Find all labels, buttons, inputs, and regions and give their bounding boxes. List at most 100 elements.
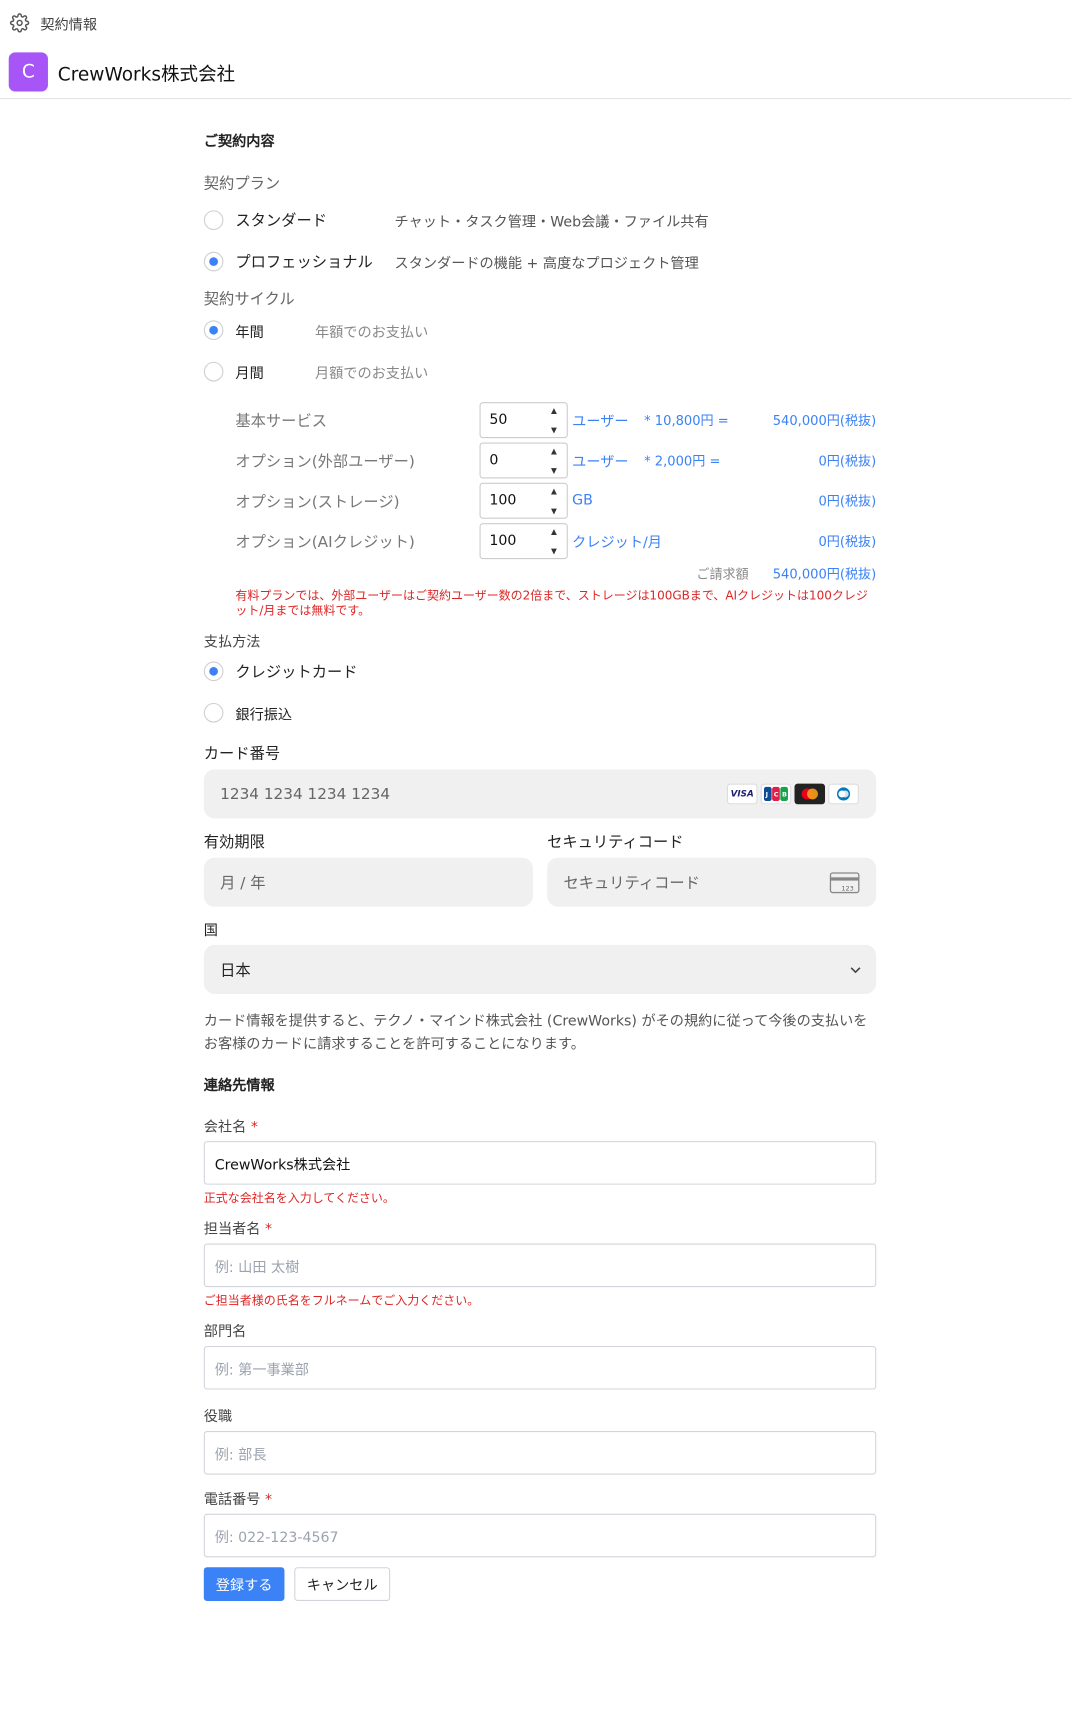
plan-radio-standard[interactable]	[203, 210, 224, 230]
gear-icon	[9, 13, 30, 33]
card-number-placeholder: 1234 1234 1234 1234	[220, 785, 391, 803]
billing-row: ご請求額 540,000円(税抜)	[235, 561, 876, 586]
department-placeholder: 例: 第一事業部	[214, 1361, 309, 1379]
calc-total: 0円(税抜)	[818, 453, 877, 469]
expiry-cvc-row: 有効期限 月 / 年 セキュリティコード セキュリティコード 123	[203, 830, 877, 907]
cycle-label: 契約サイクル	[203, 290, 295, 309]
calc-row-storage: オプション(ストレージ) 100 ▲ ▼ GB 0円(税抜)	[235, 481, 876, 521]
calc-unit: クレジット/月	[572, 535, 662, 552]
department-input[interactable]: 例: 第一事業部	[203, 1345, 877, 1390]
external-users-stepper[interactable]: 0 ▲ ▼	[479, 442, 568, 479]
stepper-value: 50	[489, 411, 508, 429]
expiry-placeholder: 月 / 年	[220, 874, 266, 893]
job-title-placeholder: 例: 部長	[214, 1446, 267, 1464]
cvc-group: セキュリティコード セキュリティコード 123	[547, 830, 877, 907]
form-actions: 登録する キャンセル	[203, 1567, 876, 1601]
card-brands: VISA J C B	[726, 783, 859, 805]
svg-text:B: B	[782, 791, 787, 799]
expiry-input[interactable]: 月 / 年	[203, 857, 533, 907]
contract-form: ご契約内容 契約プラン スタンダード チャット・タスク管理・Web会議・ファイル…	[203, 99, 877, 1601]
cycle-label-annual: 年間	[235, 324, 264, 341]
plan-label-professional: プロフェッショナル	[235, 253, 373, 272]
company-name-input[interactable]: CrewWorks株式会社	[203, 1141, 877, 1185]
country-value: 日本	[220, 961, 251, 980]
calc-label: オプション(外部ユーザー)	[235, 452, 415, 471]
calc-price: * 2,000円 =	[644, 453, 721, 469]
job-title-label: 役職	[203, 1409, 233, 1426]
payment-radio-card[interactable]	[203, 661, 224, 682]
svg-text:123: 123	[841, 884, 853, 892]
payment-label: 支払方法	[203, 634, 261, 651]
plan-label-standard: スタンダード	[235, 212, 327, 230]
stepper-down-icon[interactable]: ▼	[551, 507, 557, 516]
cycle-radio-monthly[interactable]	[203, 361, 224, 382]
top-bar: 契約情報	[0, 0, 1080, 46]
country-select[interactable]: 日本	[203, 944, 877, 994]
calc-price: * 10,800円 =	[644, 413, 729, 429]
billing-label: ご請求額	[696, 566, 749, 582]
phone-placeholder: 例: 022-123-4567	[214, 1529, 339, 1546]
stepper-down-icon[interactable]: ▼	[551, 547, 557, 556]
person-name-input[interactable]: 例: 山田 太樹	[203, 1243, 877, 1288]
submit-button[interactable]: 登録する	[203, 1567, 285, 1601]
billing-value: 540,000円(税抜)	[772, 566, 877, 582]
stepper-up-icon[interactable]: ▲	[551, 447, 557, 456]
plan-option-standard[interactable]: スタンダード チャット・タスク管理・Web会議・ファイル共有	[203, 199, 876, 240]
country-label: 国	[203, 923, 218, 940]
card-number-input[interactable]: 1234 1234 1234 1234 VISA J C B	[203, 769, 877, 819]
phone-input[interactable]: 例: 022-123-4567	[203, 1513, 877, 1558]
calc-label: 基本サービス	[235, 412, 327, 430]
cvc-card-icon: 123	[829, 872, 860, 894]
cvc-input[interactable]: セキュリティコード 123	[547, 857, 877, 907]
calc-label: オプション(AIクレジット)	[235, 533, 415, 551]
expiry-label: 有効期限	[203, 833, 265, 852]
mastercard-icon	[794, 783, 826, 805]
calc-unit: ユーザー	[572, 454, 629, 471]
stepper-up-icon[interactable]: ▲	[551, 487, 557, 496]
calc-unit: ユーザー	[572, 414, 629, 431]
required-mark: *	[265, 1492, 273, 1509]
calc-unit: GB	[572, 492, 593, 509]
jcb-icon: J C B	[760, 783, 792, 805]
required-mark: *	[265, 1221, 273, 1239]
stepper-down-icon[interactable]: ▼	[551, 466, 557, 475]
calc-row-external: オプション(外部ユーザー) 0 ▲ ▼ ユーザー * 2,000円 = 0円(税抜…	[235, 440, 876, 480]
stepper-up-icon[interactable]: ▲	[551, 527, 557, 536]
base-users-stepper[interactable]: 50 ▲ ▼	[479, 402, 568, 439]
department-label: 部門名	[203, 1324, 247, 1341]
calc-row-ai: オプション(AIクレジット) 100 ▲ ▼ クレジット/月 0円(税抜)	[235, 521, 876, 561]
job-title-input[interactable]: 例: 部長	[203, 1430, 877, 1475]
person-name-placeholder: 例: 山田 太樹	[214, 1259, 300, 1276]
price-calculator: 基本サービス 50 ▲ ▼ ユーザー * 10,800円 = 540,000円(税…	[235, 400, 876, 586]
payment-label-card: クレジットカード	[235, 663, 358, 682]
card-number-label: カード番号	[203, 745, 281, 763]
stepper-up-icon[interactable]: ▲	[551, 407, 557, 416]
cancel-button[interactable]: キャンセル	[294, 1567, 391, 1601]
calc-total: 0円(税抜)	[818, 534, 877, 550]
cycle-option-monthly[interactable]: 月間 月額でのお支払い	[203, 351, 876, 392]
payment-option-bank[interactable]: 銀行振込	[203, 692, 876, 733]
cycle-option-annual[interactable]: 年間 年額でのお支払い	[203, 310, 876, 351]
calc-row-base: 基本サービス 50 ▲ ▼ ユーザー * 10,800円 = 540,000円(税…	[235, 400, 876, 440]
ai-credit-stepper[interactable]: 100 ▲ ▼	[479, 523, 568, 560]
diners-icon	[828, 783, 859, 805]
payment-option-card[interactable]: クレジットカード	[203, 651, 876, 692]
payment-radio-bank[interactable]	[203, 702, 224, 723]
calc-label: オプション(ストレージ)	[235, 493, 400, 511]
cycle-radio-annual[interactable]	[203, 320, 224, 341]
calc-total: 540,000円(税抜)	[772, 413, 877, 429]
person-name-error: ご担当者様の氏名をフルネームでご入力ください。	[203, 1293, 480, 1308]
company-name-label: 会社名 *	[203, 1119, 258, 1136]
plan-option-professional[interactable]: プロフェッショナル スタンダードの機能 + 高度なプロジェクト管理	[203, 241, 876, 282]
calc-total: 0円(税抜)	[818, 493, 877, 509]
company-name-error: 正式な会社名を入力してください。	[203, 1191, 395, 1206]
card-consent-text: カード情報を提供すると、テクノ・マインド株式会社 (CrewWorks) がその…	[203, 1013, 868, 1053]
expiry-group: 有効期限 月 / 年	[203, 830, 533, 907]
plan-desc-standard: チャット・タスク管理・Web会議・ファイル共有	[394, 214, 709, 231]
phone-label: 電話番号 *	[203, 1492, 273, 1509]
company-name-value: CrewWorks株式会社	[214, 1156, 351, 1174]
stepper-down-icon[interactable]: ▼	[551, 426, 557, 435]
storage-stepper[interactable]: 100 ▲ ▼	[479, 482, 568, 519]
plan-radio-professional[interactable]	[203, 251, 224, 272]
cvc-placeholder: セキュリティコード	[563, 874, 700, 893]
